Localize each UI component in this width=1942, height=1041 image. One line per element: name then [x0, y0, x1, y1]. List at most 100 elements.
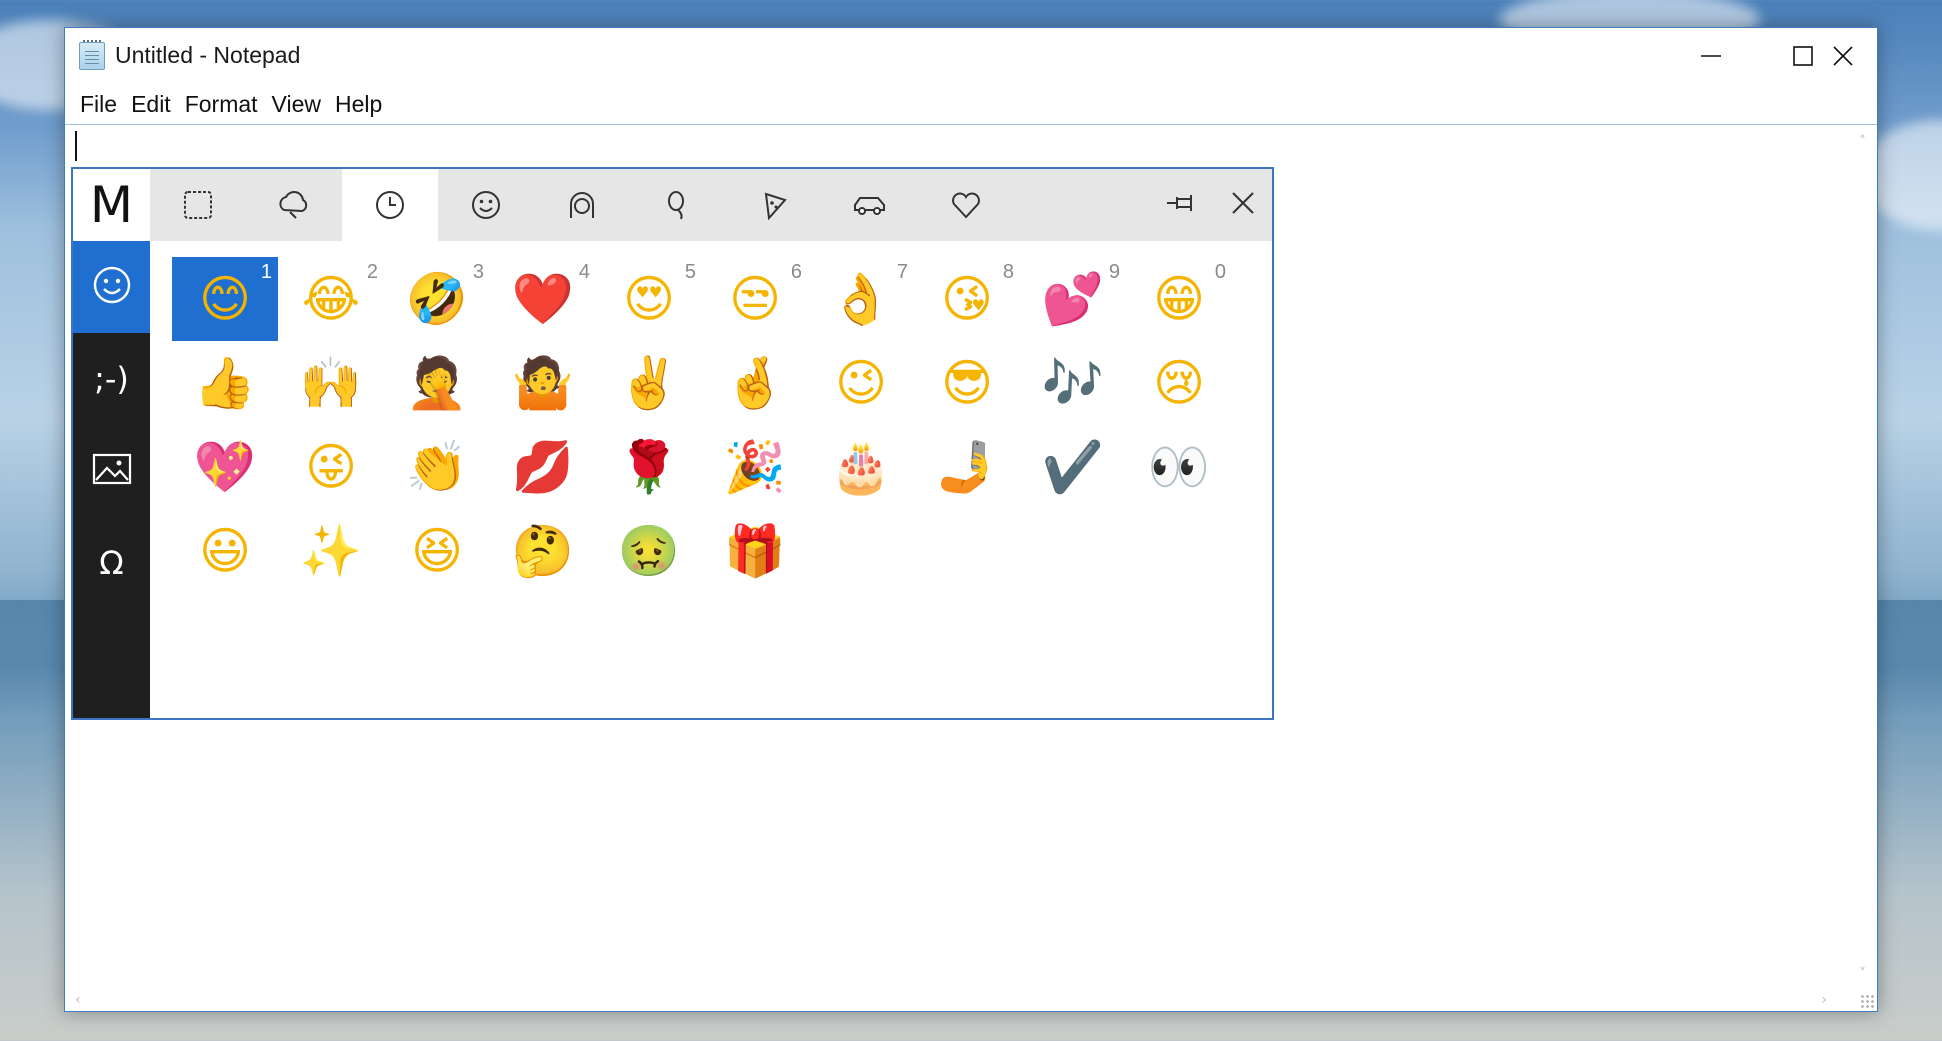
smiley-icon	[91, 264, 133, 310]
emoji-glyph: 👌	[829, 270, 893, 328]
emoji-item[interactable]: 👏	[384, 425, 490, 509]
emoji-item[interactable]: 🤳	[914, 425, 1020, 509]
emoji-item[interactable]: 😉	[808, 341, 914, 425]
emoji-item[interactable]: 💕 9	[1020, 257, 1126, 341]
emoji-item[interactable]: ✨	[278, 509, 384, 593]
emoji-glyph: 💕	[1041, 270, 1105, 328]
emoji-item[interactable]: 🤢	[596, 509, 702, 593]
horizontal-scrollbar[interactable]: ‹ ›	[65, 989, 1877, 1011]
emoji-item[interactable]: ✌️	[596, 341, 702, 425]
emoji-shortcut-number: 2	[366, 261, 378, 283]
emoji-item[interactable]: ✔️	[1020, 425, 1126, 509]
menu-help[interactable]: Help	[328, 91, 389, 118]
emoji-item[interactable]: 😢	[1126, 341, 1232, 425]
emoji-item[interactable]: 😎	[914, 341, 1020, 425]
emoji-item[interactable]: 🤣 3	[384, 257, 490, 341]
emoji-shortcut-number: 7	[896, 261, 908, 283]
emoji-item[interactable]: 🎁	[702, 509, 808, 593]
emoji-item[interactable]: 🎂	[808, 425, 914, 509]
image-icon	[91, 452, 133, 490]
emoji-item[interactable]: 🤞	[702, 341, 808, 425]
emoji-glyph: 🤞	[723, 354, 787, 412]
emoji-glyph: 🤷	[511, 354, 575, 412]
emoji-item[interactable]: 😜	[278, 425, 384, 509]
tab-nature[interactable]	[246, 169, 342, 241]
emoji-shortcut-number: 4	[578, 261, 590, 283]
window-title: Untitled - Notepad	[115, 42, 301, 68]
close-icon	[1230, 190, 1256, 220]
text-caret	[75, 131, 77, 161]
tab-food[interactable]	[726, 169, 822, 241]
emoji-panel-logo: M	[73, 169, 150, 241]
emoji-glyph: 🤢	[617, 522, 681, 580]
emoji-item[interactable]: 😍 5	[596, 257, 702, 341]
emoji-panel-close-button[interactable]	[1213, 169, 1273, 241]
emoji-item[interactable]: 😒 6	[702, 257, 808, 341]
scroll-down-icon[interactable]: ˅	[1859, 967, 1866, 981]
emoji-glyph: 👀	[1147, 438, 1211, 496]
tab-person[interactable]	[534, 169, 630, 241]
emoji-item[interactable]: 🤦	[384, 341, 490, 425]
emoji-item[interactable]: 🎶	[1020, 341, 1126, 425]
emoji-panel-sidebar: ;-) Ω	[73, 241, 150, 718]
tab-people[interactable]	[150, 169, 246, 241]
tab-recent[interactable]	[342, 169, 438, 241]
emoji-item[interactable]: 💖	[172, 425, 278, 509]
menu-view[interactable]: View	[265, 91, 328, 118]
emoji-item[interactable]: 👌 7	[808, 257, 914, 341]
vertical-scrollbar[interactable]: ˄ ˅	[1855, 125, 1877, 989]
emoji-shortcut-number: 8	[1002, 261, 1014, 283]
emoji-glyph: ✨	[299, 522, 363, 580]
pizza-icon	[757, 188, 791, 222]
emoji-shortcut-number: 9	[1108, 261, 1120, 283]
scroll-right-icon[interactable]: ›	[1821, 993, 1827, 1007]
emoji-item[interactable]: 😊 1	[172, 257, 278, 341]
pin-button[interactable]	[1153, 169, 1213, 241]
emoji-item[interactable]: 😁 0	[1126, 257, 1232, 341]
emoji-item[interactable]: 💋	[490, 425, 596, 509]
title-bar[interactable]: Untitled - Notepad	[65, 28, 1877, 84]
emoji-item[interactable]: 😆	[384, 509, 490, 593]
tab-symbols[interactable]	[918, 169, 1014, 241]
emoji-item[interactable]: 🌹	[596, 425, 702, 509]
close-button[interactable]	[1807, 28, 1879, 84]
menu-format[interactable]: Format	[178, 91, 265, 118]
emoji-glyph: 😍	[622, 270, 676, 328]
tab-travel[interactable]	[822, 169, 918, 241]
emoji-item[interactable]: 🙌	[278, 341, 384, 425]
emoji-glyph: ❤️	[511, 270, 575, 328]
emoji-item[interactable]: 👍	[172, 341, 278, 425]
scroll-left-icon[interactable]: ‹	[75, 993, 81, 1007]
emoji-glyph: 👍	[193, 354, 257, 412]
emoji-glyph: 🎁	[723, 522, 787, 580]
emoji-shortcut-number: 3	[472, 261, 484, 283]
resize-grip-icon[interactable]	[1860, 994, 1874, 1008]
emoji-item[interactable]: 😂 2	[278, 257, 384, 341]
menu-edit[interactable]: Edit	[124, 91, 178, 118]
side-kaomoji[interactable]: ;-)	[73, 333, 150, 425]
emoji-item[interactable]: 🤷	[490, 341, 596, 425]
emoji-item[interactable]: ❤️ 4	[490, 257, 596, 341]
emoji-item[interactable]: 😘 8	[914, 257, 1020, 341]
side-symbols[interactable]: Ω	[73, 517, 150, 609]
side-gif[interactable]	[73, 425, 150, 517]
menu-bar: File Edit Format View Help	[65, 84, 1877, 124]
minimize-icon	[1700, 45, 1722, 67]
heart-icon	[949, 188, 983, 222]
cloud-icon	[276, 188, 312, 222]
emoji-shortcut-number: 0	[1214, 261, 1226, 283]
tab-celebration[interactable]	[630, 169, 726, 241]
scroll-up-icon[interactable]: ˄	[1859, 135, 1866, 149]
tab-smileys[interactable]	[438, 169, 534, 241]
menu-file[interactable]: File	[73, 91, 124, 118]
emoji-item[interactable]: 🤔	[490, 509, 596, 593]
emoji-item[interactable]: 😃	[172, 509, 278, 593]
minimize-button[interactable]	[1665, 28, 1757, 84]
balloon-icon	[661, 188, 695, 222]
emoji-item[interactable]: 👀	[1126, 425, 1232, 509]
notepad-app-icon[interactable]	[79, 40, 105, 70]
emoji-item[interactable]: 🎉	[702, 425, 808, 509]
emoji-glyph: 💖	[193, 438, 257, 496]
emoji-glyph: 🙌	[299, 354, 363, 412]
side-emoji[interactable]	[73, 241, 150, 333]
